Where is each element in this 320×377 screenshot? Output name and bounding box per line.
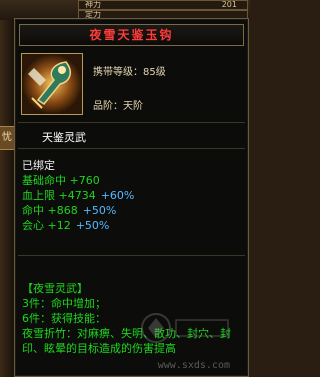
item-tooltip: 夜雪天鉴玉钩 携带等级：85级 品阶：天阶 天鉴灵武 已绑定 基础命中 +760 — [14, 18, 249, 377]
stat-text: 会心 +12 — [22, 219, 71, 232]
watermark-url: www.sxds.com — [157, 360, 230, 371]
set-skill-description: 夜雪折竹：对麻痹、失明、散功、封穴、封印、眩晕的目标造成的伤害提高 — [22, 327, 231, 355]
bg-side-tab[interactable]: 忧 — [0, 126, 15, 150]
stat-line: 血上限 +4734 +60% — [22, 188, 242, 203]
bg-stat-row: 神力 201 — [78, 0, 248, 10]
background-left-edge — [0, 20, 14, 377]
bind-status: 已绑定 — [22, 159, 55, 172]
hook-weapon-icon — [22, 54, 82, 114]
bg-stat-label: 神力 — [85, 0, 101, 9]
attribute-list: 已绑定 基础命中 +760 血上限 +4734 +60% 命中 +868 +50% … — [22, 158, 242, 233]
set-bonus-block: 【夜雪灵武】 3件：命中增加； 6件：获得技能： 夜雪折竹：对麻痹、失明、散功、… — [22, 281, 244, 356]
required-level: 携带等级：85级 — [93, 67, 166, 78]
stat-line: 基础命中 +760 — [22, 173, 242, 188]
stat-text: 血上限 +4734 — [22, 189, 96, 202]
bg-stat-value: 201 — [221, 0, 237, 9]
item-icon-frame — [21, 53, 83, 115]
item-subtype: 天鉴灵武 — [42, 131, 86, 144]
divider — [18, 148, 245, 149]
title-bar: 夜雪天鉴玉钩 — [19, 24, 244, 46]
item-name: 夜雪天鉴玉钩 — [89, 28, 174, 42]
stat-line: 命中 +868 +50% — [22, 203, 242, 218]
divider — [18, 122, 245, 123]
divider — [18, 255, 245, 256]
stat-text: 命中 +868 — [22, 204, 78, 217]
stat-line: 会心 +12 +50% — [22, 218, 242, 233]
stat-text: 基础命中 +760 — [22, 174, 100, 187]
stat-bonus: +50% — [75, 219, 110, 232]
item-grade: 品阶：天阶 — [93, 101, 143, 112]
set-bonus-6: 6件：获得技能： — [22, 312, 106, 325]
set-name: 【夜雪灵武】 — [22, 282, 88, 295]
stat-bonus: +60% — [100, 189, 135, 202]
stat-bonus: +50% — [82, 204, 117, 217]
set-bonus-3: 3件：命中增加； — [22, 297, 106, 310]
